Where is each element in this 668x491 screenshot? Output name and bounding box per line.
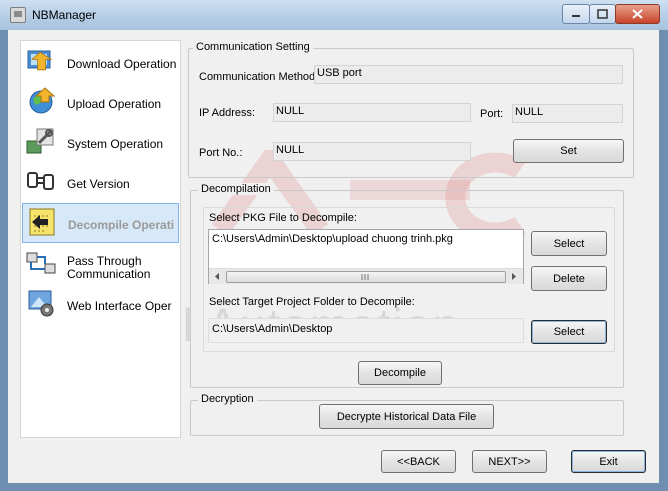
sidebar-item-decompile[interactable]: Decompile Operati [22,203,179,243]
decrypt-historical-button[interactable]: Decrypte Historical Data File [319,404,494,429]
scroll-left-icon [215,273,219,280]
group-title: Decryption [198,393,257,405]
sidebar-item-web-interface[interactable]: Web Interface Oper [22,285,179,323]
sidebar: Download Operation Upload Operation Syst… [20,40,181,438]
link-chain-icon [27,172,54,190]
sidebar-item-download[interactable]: Download Operation [22,43,179,81]
sidebar-item-upload[interactable]: Upload Operation [22,83,179,121]
maximize-icon [597,9,608,19]
sidebar-item-get-version[interactable]: Get Version [22,163,179,201]
port-no-field: NULL [273,142,471,161]
title-bar: NBManager [0,0,668,30]
sidebar-item-label: Web Interface Oper [67,299,172,313]
target-folder-field: C:\Users\Admin\Desktop [208,318,524,343]
download-icon [27,50,53,71]
horizontal-scrollbar[interactable] [209,268,523,284]
sidebar-item-label: System Operation [67,137,164,151]
select-pkg-button[interactable]: Select [531,231,607,256]
group-title: Decompilation [198,183,274,195]
comm-method-field: USB port [314,65,623,84]
select-folder-button[interactable]: Select [531,320,607,344]
sidebar-item-label: Get Version [67,177,130,191]
delete-button[interactable]: Delete [531,266,607,291]
port-no-label: Port No.: [199,147,243,159]
app-icon [10,7,26,23]
sidebar-item-label: Decompile Operati [68,218,175,232]
exit-button[interactable]: Exit [571,450,646,473]
ip-address-label: IP Address: [199,107,256,119]
sidebar-item-label: Pass Through Communication [67,254,151,281]
decompile-document-icon [29,208,55,236]
target-folder-label: Select Target Project Folder to Decompil… [209,296,415,308]
upload-icon [29,87,56,114]
pkg-file-path: C:\Users\Admin\Desktop\upload chuong tri… [212,233,453,245]
next-button[interactable]: NEXT>> [472,450,547,473]
port-field: NULL [512,104,623,123]
set-button[interactable]: Set [513,139,624,163]
back-button[interactable]: <<BACK [381,450,456,473]
sidebar-item-system[interactable]: System Operation [22,123,179,161]
pass-through-icon [26,252,56,274]
close-icon [632,9,643,19]
pkg-file-label: Select PKG File to Decompile: [209,212,357,224]
sidebar-item-label: Download Operation [67,57,177,71]
sidebar-item-label: Upload Operation [67,97,162,111]
minimize-button[interactable] [562,4,590,24]
group-title: Communication Setting [193,41,313,53]
web-interface-icon [28,290,54,317]
port-label: Port: [480,108,504,120]
scrollbar-thumb[interactable] [226,271,506,283]
minimize-icon [572,15,580,17]
comm-method-label: Communication Method: [199,71,319,83]
pkg-file-list[interactable]: C:\Users\Admin\Desktop\upload chuong tri… [208,229,524,284]
decompile-button[interactable]: Decompile [358,361,442,385]
close-button[interactable] [615,4,660,24]
scroll-right-icon [512,273,516,280]
sidebar-item-pass-through[interactable]: Pass Through Communication [22,245,179,283]
system-tools-icon [26,128,54,154]
grip-icon [361,274,369,280]
maximize-button[interactable] [589,4,616,24]
ip-address-field: NULL [273,103,471,122]
window-title: NBManager [32,8,97,22]
